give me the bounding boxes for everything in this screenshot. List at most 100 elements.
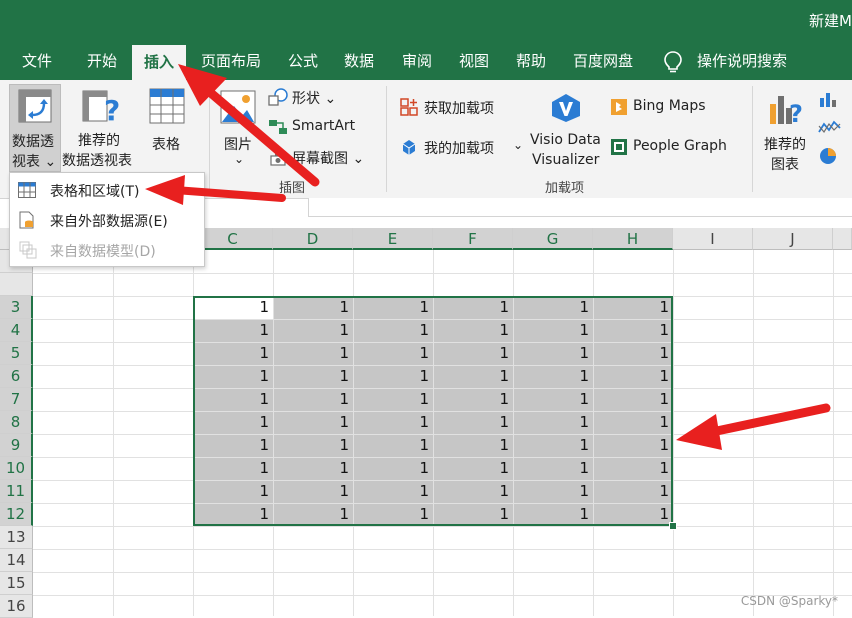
menu-item-label: 来自数据模型(D) (50, 244, 156, 260)
recommended-pivot-label-1: 推荐的 (78, 133, 120, 149)
my-addins-caret: ⌄ (513, 138, 524, 152)
line-chart-icon[interactable] (818, 118, 842, 140)
row-header-8[interactable]: 8 (0, 411, 33, 434)
ribbon-separator (209, 86, 210, 192)
my-addins-button[interactable]: 我的加载项 ⌄ (398, 136, 524, 158)
row-header-4[interactable]: 4 (0, 319, 33, 342)
row-header-10[interactable]: 10 (0, 457, 33, 480)
recommended-charts-label-1: 推荐的 (764, 137, 806, 153)
gridline (33, 273, 852, 274)
shapes-icon (268, 88, 288, 110)
tab-view[interactable]: 视图 (459, 43, 489, 80)
tab-data[interactable]: 数据 (344, 43, 374, 80)
row-header-15[interactable]: 15 (0, 572, 33, 595)
people-graph-label: People Graph (633, 138, 727, 154)
screenshot-label: 屏幕截图 ⌄ (292, 151, 365, 167)
table-range-icon (18, 182, 36, 202)
tab-help[interactable]: 帮助 (516, 43, 546, 80)
gridline (113, 250, 114, 616)
bing-maps-button[interactable]: Bing Maps (608, 96, 718, 118)
pivot-table-button[interactable]: 数据透 视表 ⌄ (9, 84, 61, 172)
row-header-16[interactable]: 16 (0, 595, 33, 618)
row-header-9[interactable]: 9 (0, 434, 33, 457)
column-header-f[interactable]: F (433, 228, 513, 250)
camera-icon (268, 150, 288, 170)
get-addins-icon (400, 98, 418, 120)
table-icon (149, 88, 185, 128)
row-header-7[interactable]: 7 (0, 388, 33, 411)
smartart-button[interactable]: SmartArt (266, 116, 366, 138)
menu-item-from-external-source[interactable]: 来自外部数据源(E) (10, 205, 204, 235)
smartart-label: SmartArt (292, 118, 356, 134)
gridline (753, 250, 754, 616)
screenshot-button[interactable]: 屏幕截图 ⌄ (266, 146, 376, 168)
gridline (33, 595, 852, 596)
tell-me-search[interactable]: 操作说明搜索 (697, 43, 787, 80)
column-header-d[interactable]: D (273, 228, 353, 250)
column-header-j[interactable]: J (753, 228, 833, 250)
tab-home[interactable]: 开始 (87, 43, 117, 80)
row-header-6[interactable]: 6 (0, 365, 33, 388)
gridline (673, 250, 674, 616)
tab-review[interactable]: 审阅 (402, 43, 432, 80)
gridline (33, 572, 852, 573)
tab-page-layout[interactable]: 页面布局 (201, 43, 261, 80)
table-label: 表格 (152, 137, 180, 153)
svg-text:?: ? (789, 100, 803, 126)
people-graph-button[interactable]: People Graph (608, 136, 738, 158)
row-header-5[interactable]: 5 (0, 342, 33, 365)
people-graph-icon (610, 138, 628, 160)
row-header-2[interactable] (0, 273, 33, 296)
column-header-e[interactable]: E (353, 228, 433, 250)
column-header-g[interactable]: G (513, 228, 593, 250)
my-addins-icon (400, 138, 418, 160)
addins-group-label: 加载项 (545, 181, 585, 196)
fill-handle[interactable] (669, 522, 677, 530)
menu-item-from-data-model: 来自数据模型(D) (10, 235, 204, 265)
title-bar: 新建M (0, 0, 852, 43)
visio-data-visualizer-button[interactable]: Visio Data Visualizer (528, 84, 604, 172)
window-title: 新建M (809, 12, 852, 30)
get-addins-button[interactable]: 获取加载项 (398, 96, 508, 118)
column-chart-icon[interactable] (818, 90, 838, 112)
row-header-14[interactable]: 14 (0, 549, 33, 572)
column-header-i[interactable]: I (673, 228, 753, 250)
tab-file[interactable]: 文件 (22, 43, 52, 80)
row-header-13[interactable]: 13 (0, 526, 33, 549)
formula-bar[interactable] (308, 198, 852, 217)
shapes-label: 形状 ⌄ (292, 91, 337, 107)
pivot-table-icon (18, 89, 52, 127)
row-header-12[interactable]: 12 (0, 503, 33, 526)
column-header-k[interactable] (833, 228, 852, 250)
gridline (833, 250, 834, 616)
recommended-charts-button[interactable]: ? 推荐的 图表 (760, 84, 814, 173)
data-model-icon (19, 241, 37, 263)
picture-label: 图片 (224, 137, 252, 153)
tab-insert[interactable]: 插入 (132, 45, 187, 80)
picture-button[interactable]: 图片 ⌄ (216, 84, 260, 172)
visio-icon (550, 92, 582, 128)
external-source-icon (19, 211, 35, 233)
recommended-pivot-icon: ? (82, 88, 122, 130)
row-header-11[interactable]: 11 (0, 480, 33, 503)
column-header-c[interactable]: C (193, 228, 273, 250)
pivot-table-dropdown: 表格和区域(T) 来自外部数据源(E) 来自数据模型(D) (9, 172, 205, 267)
illustrations-group-label: 插图 (279, 181, 306, 196)
watermark: CSDN @Sparky* (740, 594, 838, 608)
smartart-icon (268, 119, 288, 139)
gridline (33, 549, 852, 550)
table-button[interactable]: 表格 (146, 84, 190, 172)
tab-baidu-netdisk[interactable]: 百度网盘 (573, 43, 633, 80)
menu-item-from-table-range[interactable]: 表格和区域(T) (10, 175, 204, 205)
row-header-3[interactable]: 3 (0, 296, 33, 319)
picture-icon (220, 90, 256, 128)
pie-chart-icon[interactable] (818, 146, 838, 170)
recommended-pivot-button[interactable]: ? 推荐的 数据透视表 (62, 84, 140, 172)
pivot-table-label-1: 数据透 (12, 134, 54, 150)
selection-border (193, 296, 673, 526)
picture-caret: ⌄ (234, 152, 245, 166)
ribbon-separator (752, 86, 753, 192)
shapes-button[interactable]: 形状 ⌄ (266, 86, 366, 108)
tab-formulas[interactable]: 公式 (288, 43, 318, 80)
column-header-h[interactable]: H (593, 228, 673, 250)
